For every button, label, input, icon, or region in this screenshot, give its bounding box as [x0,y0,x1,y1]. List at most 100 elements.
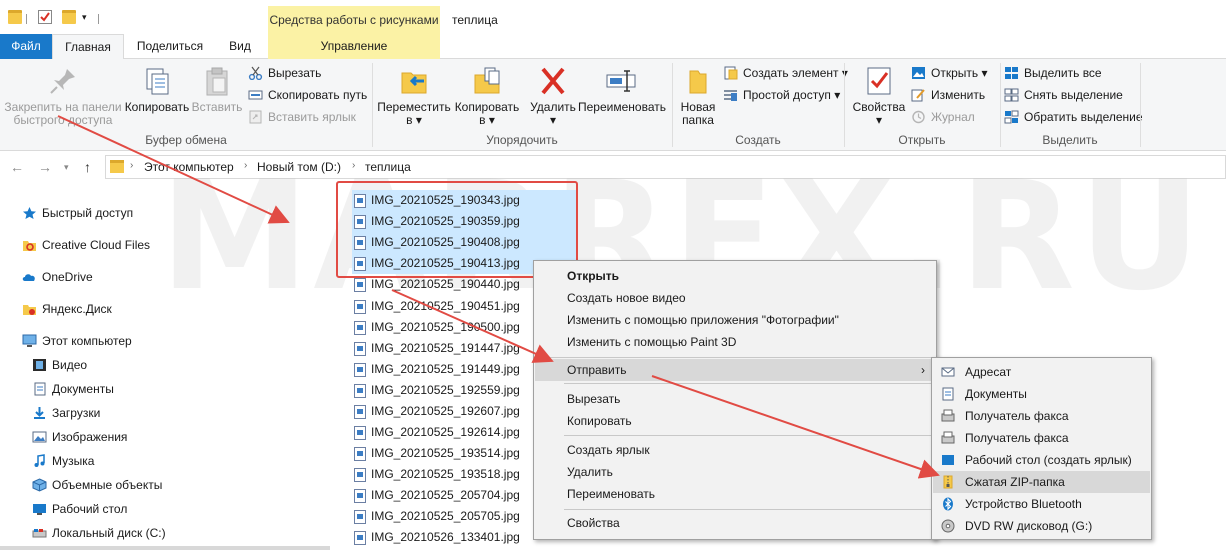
send-to-fax-recipient[interactable]: Получатель факса [933,427,1150,449]
copy-to-button[interactable]: Копировать в ▾ [452,65,522,127]
menu-item-rename[interactable]: Переименовать [535,483,935,505]
move-to-label-line2: в [406,113,413,127]
file-name: IMG_20210525_190500.jpg [371,320,520,334]
breadcrumb-separator-icon[interactable]: › [130,160,133,171]
folder-icon [8,10,22,24]
nav-item-yandex-disk[interactable]: Яндекс.Диск [22,298,112,320]
new-folder-icon[interactable] [62,10,76,24]
properties-button[interactable]: Свойства ▾ [850,65,908,127]
nav-label: Документы [52,382,114,396]
nav-item-this-pc[interactable]: Этот компьютер [22,330,132,352]
send-to-fax-recipient[interactable]: Получатель факса [933,405,1150,427]
pin-quick-access-button[interactable]: Закрепить на панели быстрого доступа [4,65,122,127]
send-to-zip-folder[interactable]: Сжатая ZIP-папка [933,471,1150,493]
send-to-dvd-drive[interactable]: DVD RW дисковод (G:) [933,515,1150,537]
move-to-button[interactable]: Переместить в ▾ [376,65,452,127]
tab-manage[interactable]: Управление [268,34,440,59]
window-title: теплица [452,13,498,27]
nav-item-onedrive[interactable]: OneDrive [22,266,93,288]
music-icon [34,454,45,467]
edit-icon [911,89,925,102]
folder-icon [110,160,124,173]
computer-icon [22,334,37,347]
back-arrow-icon[interactable]: ← [10,159,24,175]
open-label: Открыть [931,66,979,80]
copy-label: Копировать [124,100,190,114]
tab-share[interactable]: Поделиться [128,34,212,59]
menu-item-new-video[interactable]: Создать новое видео [535,287,935,309]
easy-access-button[interactable]: Простой доступ ▾ [723,86,840,104]
nav-item-music[interactable]: Музыка [32,450,94,472]
nav-item-pictures[interactable]: Изображения [32,426,127,448]
send-to-documents[interactable]: Документы [933,383,1150,405]
forward-arrow-icon[interactable]: → [38,159,52,175]
cut-button[interactable]: Вырезать [248,64,321,82]
nav-item-documents[interactable]: Документы [32,378,114,400]
mail-recipient-icon [941,367,955,377]
customize-quick-access-icon[interactable]: ▾ [82,12,96,26]
ribbon: Закрепить на панели быстрого доступа Коп… [0,59,1226,151]
jpg-file-icon [354,342,366,356]
copy-button[interactable]: Копировать [124,65,190,114]
nav-label: Изображения [52,430,128,444]
send-to-label: Рабочий стол (создать ярлык) [965,453,1132,467]
new-item-button[interactable]: Создать элемент ▾ [723,64,848,82]
edit-button[interactable]: Изменить [911,86,985,104]
menu-item-send-to[interactable]: Отправить › [535,359,935,381]
send-to-label: Адресат [965,365,1012,379]
send-to-desktop[interactable]: Рабочий стол (создать ярлык) [933,449,1150,471]
send-to-label: Документы [965,387,1027,401]
paste-button[interactable]: Вставить [190,65,244,114]
file-name: IMG_20210525_192607.jpg [371,404,520,418]
menu-item-edit-photos[interactable]: Изменить с помощью приложения "Фотографи… [535,309,935,331]
history-button[interactable]: Журнал [911,108,975,126]
nav-item-3d-objects[interactable]: Объемные объекты [32,474,162,496]
tab-home[interactable]: Главная [52,34,124,60]
select-all-button[interactable]: Выделить все [1004,64,1102,82]
select-none-button[interactable]: Снять выделение [1004,86,1123,104]
tab-file[interactable]: Файл [0,34,52,59]
menu-item-copy[interactable]: Копировать [535,410,935,432]
navigation-pane: Быстрый доступ Creative Cloud Files OneD… [0,190,330,550]
nav-label: Объемные объекты [52,478,163,492]
documents-icon [34,382,46,396]
nav-item-creative-cloud[interactable]: Creative Cloud Files [22,234,150,256]
menu-item-properties[interactable]: Свойства [535,512,935,534]
yandex-disk-icon [23,305,36,315]
menu-item-delete[interactable]: Удалить [535,461,935,483]
paste-shortcut-button[interactable]: Вставить ярлык [248,108,356,126]
menu-item-edit-paint3d[interactable]: Изменить с помощью Paint 3D [535,331,935,353]
send-to-label: Устройство Bluetooth [965,497,1082,511]
open-button[interactable]: Открыть ▾ [911,64,988,82]
creative-cloud-icon [23,241,36,251]
menu-item-cut[interactable]: Вырезать [535,388,935,410]
invert-selection-button[interactable]: Обратить выделение [1004,108,1143,126]
nav-item-quick-access[interactable]: Быстрый доступ [22,202,133,224]
pin-icon [47,65,79,97]
send-to-mail-recipient[interactable]: Адресат [933,361,1150,383]
menu-item-open[interactable]: Открыть [535,265,935,287]
menu-separator [564,435,934,436]
up-arrow-icon[interactable]: ↑ [84,159,91,175]
new-folder-button[interactable]: Новая папка [676,65,720,127]
easy-access-icon [724,90,737,101]
nav-item-desktop[interactable]: Рабочий стол [32,498,127,520]
tab-view[interactable]: Вид [216,34,264,59]
recent-locations-chevron-icon[interactable]: ▾ [64,162,69,173]
copy-to-icon [471,65,503,97]
invert-selection-icon [1004,110,1019,124]
properties-check-icon[interactable] [38,10,52,24]
delete-button[interactable]: Удалить ▾ [528,65,578,127]
menu-item-create-shortcut[interactable]: Создать ярлык [535,439,935,461]
nav-item-video[interactable]: Видео [32,354,87,376]
copy-path-button[interactable]: Скопировать путь [248,86,367,104]
nav-item-local-disk-c[interactable]: Локальный диск (C:) [32,522,166,544]
send-to-bluetooth[interactable]: Устройство Bluetooth [933,493,1150,515]
desktop-icon [942,455,954,465]
open-picture-icon [912,67,925,79]
horizontal-scrollbar[interactable] [0,546,330,550]
rename-button[interactable]: Переименовать [578,65,666,114]
nav-item-downloads[interactable]: Загрузки [32,402,100,424]
file-name: IMG_20210525_192614.jpg [371,425,520,439]
menu-separator [564,509,934,510]
